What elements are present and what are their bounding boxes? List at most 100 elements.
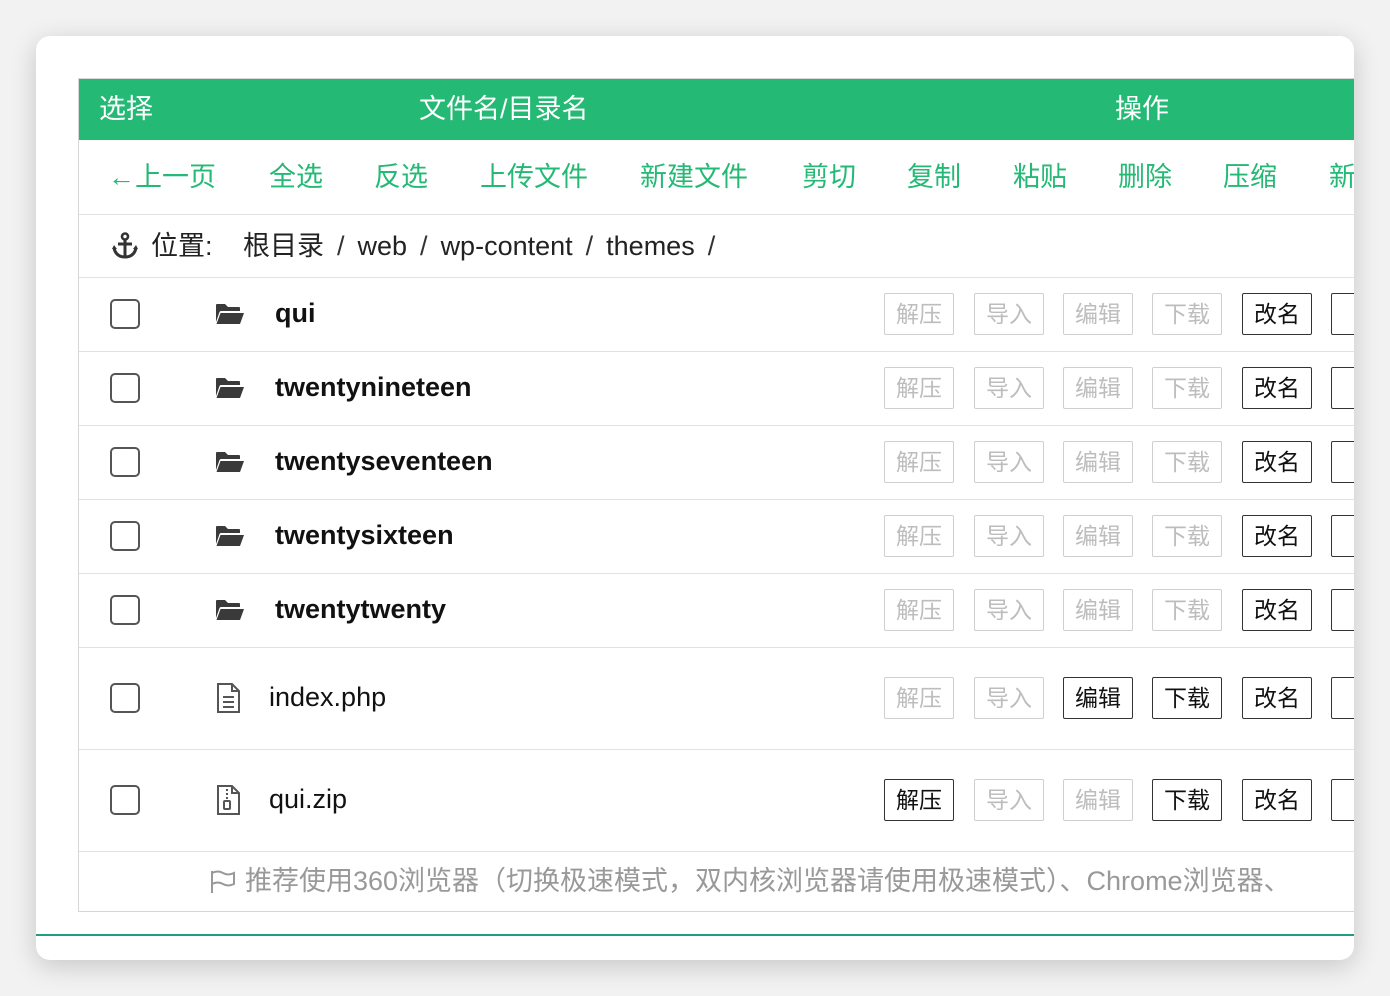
rename-button[interactable]: 改名 — [1242, 367, 1312, 409]
footer-text: 推荐使用360浏览器（切换极速模式，双内核浏览器请使用极速模式）、Chrome浏… — [245, 866, 1291, 896]
row-checkbox[interactable] — [110, 683, 140, 713]
folder-icon — [215, 377, 245, 404]
import-button: 导入 — [974, 293, 1044, 335]
toolbar: ←上一页 全选 反选 上传文件 新建文件 剪切 复制 粘贴 删除 压缩 新 — [79, 140, 1354, 215]
folder-name-link[interactable]: twentytwenty — [275, 594, 446, 625]
invert-selection-link[interactable]: 反选 — [374, 140, 428, 214]
rename-button[interactable]: 改名 — [1242, 589, 1312, 631]
browser-recommendation: 推荐使用360浏览器（切换极速模式，双内核浏览器请使用极速模式）、Chrome浏… — [79, 851, 1354, 912]
import-button: 导入 — [974, 779, 1044, 821]
breadcrumb: 根目录 / web / wp-content / themes / — [243, 215, 728, 277]
bottom-divider — [36, 934, 1354, 936]
rename-button[interactable]: 改名 — [1242, 441, 1312, 483]
location-label: 位置: — [151, 231, 213, 261]
folder-name-link[interactable]: twentyseventeen — [275, 446, 493, 477]
download-button: 下载 — [1152, 589, 1222, 631]
unzip-button: 解压 — [884, 293, 954, 335]
breadcrumb-separator: / — [420, 231, 428, 261]
prev-page-link[interactable]: ←上一页 — [108, 140, 216, 214]
download-button[interactable]: 下载 — [1152, 677, 1222, 719]
edit-button: 编辑 — [1063, 441, 1133, 483]
import-button: 导入 — [974, 515, 1044, 557]
edit-button: 编辑 — [1063, 367, 1133, 409]
import-button: 导入 — [974, 589, 1044, 631]
rename-button[interactable]: 改名 — [1242, 779, 1312, 821]
row-checkbox[interactable] — [110, 521, 140, 551]
delete-button[interactable]: 删 — [1331, 589, 1354, 631]
unzip-button: 解压 — [884, 677, 954, 719]
breadcrumb-separator: / — [585, 231, 594, 261]
header-name: 文件名/目录名 — [419, 94, 589, 124]
folder-row: qui 解压导入编辑下载改名删 — [79, 278, 1354, 352]
folder-icon — [215, 451, 245, 478]
new-file-link[interactable]: 新建文件 — [640, 140, 748, 214]
folder-row: twentytwenty 解压导入编辑下载改名删 — [79, 574, 1354, 648]
breadcrumb-web[interactable]: web — [358, 231, 408, 261]
download-button[interactable]: 下载 — [1152, 779, 1222, 821]
location-bar: 位置: 根目录 / web / wp-content / themes / — [79, 215, 1354, 278]
breadcrumb-wp-content[interactable]: wp-content — [441, 231, 573, 261]
row-checkbox[interactable] — [110, 595, 140, 625]
paste-link[interactable]: 粘贴 — [1013, 140, 1067, 214]
folder-name-link[interactable]: qui — [275, 298, 316, 329]
folder-name-link[interactable]: twentynineteen — [275, 372, 472, 403]
delete-link[interactable]: 删除 — [1118, 140, 1172, 214]
upload-file-link[interactable]: 上传文件 — [480, 140, 588, 214]
copy-link[interactable]: 复制 — [907, 140, 961, 214]
edit-button: 编辑 — [1063, 779, 1133, 821]
anchor-icon — [112, 232, 138, 259]
edit-button: 编辑 — [1063, 589, 1133, 631]
header-actions: 操作 — [1115, 94, 1169, 124]
import-button: 导入 — [974, 677, 1044, 719]
file-table: 选择 文件名/目录名 操作 ←上一页 全选 反选 上传文件 新建文件 剪切 复制… — [78, 78, 1354, 912]
folder-icon — [215, 599, 245, 626]
import-button: 导入 — [974, 367, 1044, 409]
file-name-link[interactable]: qui.zip — [269, 784, 347, 815]
file-manager-window: 选择 文件名/目录名 操作 ←上一页 全选 反选 上传文件 新建文件 剪切 复制… — [36, 36, 1354, 960]
cut-link[interactable]: 剪切 — [802, 140, 856, 214]
breadcrumb-separator: / — [337, 231, 345, 261]
delete-button[interactable]: 删 — [1331, 677, 1354, 719]
delete-button[interactable]: 删 — [1331, 441, 1354, 483]
row-checkbox[interactable] — [110, 373, 140, 403]
select-all-link[interactable]: 全选 — [269, 140, 323, 214]
unzip-button: 解压 — [884, 589, 954, 631]
row-checkbox[interactable] — [110, 299, 140, 329]
zip-file-icon — [215, 785, 241, 820]
edit-button[interactable]: 编辑 — [1063, 677, 1133, 719]
row-checkbox[interactable] — [110, 785, 140, 815]
new-link-truncated[interactable]: 新 — [1329, 140, 1354, 214]
folder-row: twentynineteen 解压导入编辑下载改名删 — [79, 352, 1354, 426]
breadcrumb-themes[interactable]: themes — [606, 231, 695, 261]
rename-button[interactable]: 改名 — [1242, 515, 1312, 557]
rename-button[interactable]: 改名 — [1242, 677, 1312, 719]
unzip-button: 解压 — [884, 515, 954, 557]
download-button: 下载 — [1152, 441, 1222, 483]
header-select: 选择 — [99, 94, 153, 124]
row-checkbox[interactable] — [110, 447, 140, 477]
breadcrumb-separator: / — [707, 231, 716, 261]
rename-button[interactable]: 改名 — [1242, 293, 1312, 335]
unzip-button: 解压 — [884, 367, 954, 409]
file-row: qui.zip 解压导入编辑下载改名删 — [79, 750, 1354, 852]
folder-row: twentyseventeen 解压导入编辑下载改名删 — [79, 426, 1354, 500]
download-button: 下载 — [1152, 293, 1222, 335]
delete-button[interactable]: 删 — [1331, 515, 1354, 557]
compress-link[interactable]: 压缩 — [1223, 140, 1277, 214]
table-header: 选择 文件名/目录名 操作 — [79, 79, 1354, 140]
folder-name-link[interactable]: twentysixteen — [275, 520, 454, 551]
delete-button[interactable]: 删 — [1331, 367, 1354, 409]
unzip-button: 解压 — [884, 441, 954, 483]
folder-icon — [215, 525, 245, 552]
folder-row: twentysixteen 解压导入编辑下载改名删 — [79, 500, 1354, 574]
folder-icon — [215, 303, 245, 330]
download-button: 下载 — [1152, 515, 1222, 557]
download-button: 下载 — [1152, 367, 1222, 409]
file-name-link[interactable]: index.php — [269, 682, 386, 713]
edit-button: 编辑 — [1063, 293, 1133, 335]
delete-button[interactable]: 删 — [1331, 293, 1354, 335]
breadcrumb-root[interactable]: 根目录 — [243, 231, 324, 261]
delete-button[interactable]: 删 — [1331, 779, 1354, 821]
document-icon — [215, 683, 241, 718]
unzip-button[interactable]: 解压 — [884, 779, 954, 821]
